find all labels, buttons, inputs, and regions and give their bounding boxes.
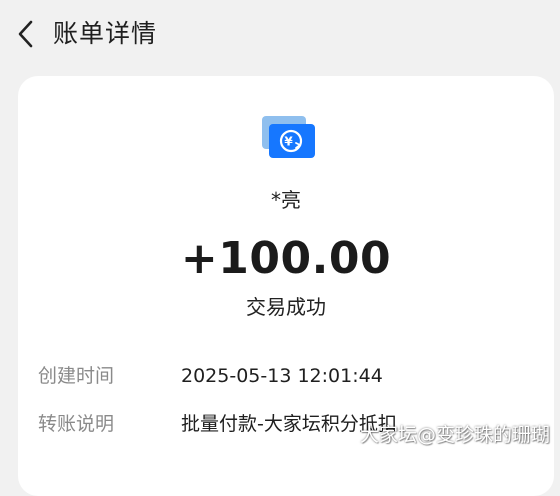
detail-label: 创建时间 [38, 365, 115, 387]
nav-bar: 账单详情 [0, 0, 560, 70]
page-title: 账单详情 [53, 19, 158, 48]
detail-row-created-time: 创建时间 2025-05-13 12:01:44 [18, 361, 554, 391]
transaction-amount: +100.00 [180, 233, 392, 284]
back-button[interactable] [12, 17, 42, 51]
transfer-icon: ¥ [262, 116, 315, 158]
svg-text:¥: ¥ [284, 135, 293, 149]
chevron-left-icon [18, 20, 33, 48]
payer-name: *亮 [271, 188, 301, 212]
watermark: 大家坛@变珍珠的珊瑚 [359, 424, 550, 446]
detail-value: 2025-05-13 12:01:44 [181, 365, 383, 387]
detail-label: 转账说明 [38, 413, 115, 435]
transaction-status: 交易成功 [246, 295, 326, 319]
